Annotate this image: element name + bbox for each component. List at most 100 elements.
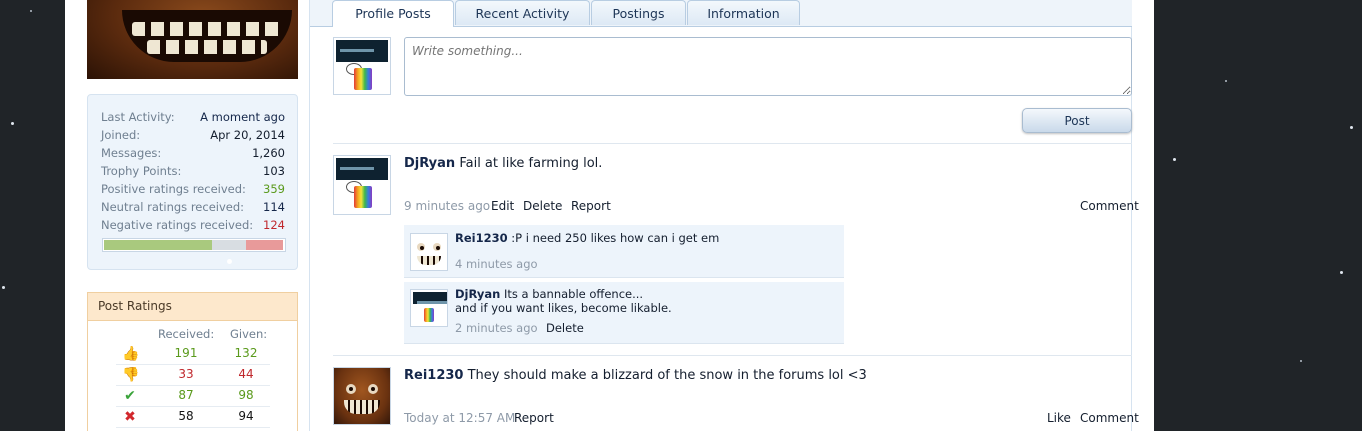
tab-information[interactable]: Information [687, 0, 800, 25]
stat-messages: Messages: 1,260 [101, 144, 285, 162]
edit-link[interactable]: Edit [491, 199, 514, 213]
divider [333, 355, 1132, 356]
comment-delete-link[interactable]: Delete [546, 321, 584, 335]
rating-row-agree: ✔ 87 98 [116, 386, 270, 407]
profile-page: Last Activity: A moment ago Joined: Apr … [65, 0, 1154, 431]
given-count[interactable]: 44 [226, 367, 266, 381]
thumbs-down-icon: 👎 [122, 367, 140, 383]
post-author[interactable]: Rei1230 [404, 368, 463, 383]
given-count[interactable]: 94 [226, 409, 266, 423]
received-count[interactable]: 191 [166, 346, 206, 360]
stat-value: Apr 20, 2014 [210, 128, 285, 142]
tab-recent-activity[interactable]: Recent Activity [455, 0, 590, 25]
status-input[interactable] [404, 37, 1132, 96]
received-count[interactable]: 58 [166, 409, 206, 423]
comment-author[interactable]: Rei1230 [455, 231, 508, 245]
thumbs-up-icon: 👍 [122, 346, 140, 362]
comment-link[interactable]: Comment [1080, 411, 1139, 425]
like-link[interactable]: Like [1047, 411, 1071, 425]
avatar-mouth [122, 10, 292, 62]
comment-body: Rei1230 :P i need 250 likes how can i ge… [455, 231, 719, 245]
post-time[interactable]: Today at 12:57 AM [404, 411, 515, 425]
stat-value: 124 [263, 218, 285, 232]
carousel-dot[interactable] [227, 259, 232, 264]
checkmark-icon: ✔ [124, 388, 136, 404]
comment-time[interactable]: 4 minutes ago [455, 257, 538, 271]
avatar-mouth [344, 400, 380, 414]
received-count[interactable]: 33 [166, 367, 206, 381]
post-ratings-box: Post Ratings Received: Given: 👍 191 132 … [87, 292, 298, 431]
avatar-rainbow [354, 186, 372, 208]
avatar-banner [413, 292, 447, 304]
post-avatar[interactable] [333, 155, 391, 215]
post-message: DjRyan Fail at like farming lol. [404, 156, 602, 171]
comment-avatar[interactable] [410, 289, 448, 327]
stat-label: Trophy Points: [101, 164, 182, 178]
tab-postings[interactable]: Postings [591, 0, 686, 25]
profile-tabs: Profile Posts Recent Activity Postings I… [310, 0, 1132, 27]
stat-value[interactable]: 1,260 [252, 144, 285, 162]
comment-avatar[interactable] [410, 233, 448, 271]
stat-label: Negative ratings received: [101, 218, 254, 232]
post-button[interactable]: Post [1022, 108, 1132, 133]
comment: Rei1230 :P i need 250 likes how can i ge… [404, 225, 844, 278]
given-header: Given: [230, 327, 268, 341]
profile-avatar[interactable] [87, 0, 298, 79]
stat-value[interactable]: 103 [263, 162, 285, 180]
star [1225, 80, 1227, 82]
delete-link[interactable]: Delete [523, 199, 562, 213]
stat-positive-ratings: Positive ratings received: 359 [101, 180, 285, 198]
post-text: Fail at like farming lol. [459, 156, 603, 171]
avatar-eye [433, 243, 441, 251]
rating-row-disagree: ✖ 58 94 [116, 407, 270, 428]
divider [333, 143, 1132, 144]
stat-label: Messages: [101, 146, 162, 160]
rating-row-dislike: 👎 33 44 [116, 365, 270, 386]
comment-text: :P i need 250 likes how can i get em [511, 231, 720, 245]
rating-ratio-bar [102, 238, 286, 252]
given-count[interactable]: 98 [226, 388, 266, 402]
stat-label: Joined: [101, 128, 141, 142]
post-time[interactable]: 9 minutes ago [404, 199, 490, 213]
comment-body: DjRyan Its a bannable offence... [455, 287, 643, 301]
star [1300, 360, 1302, 362]
stat-label: Last Activity: [101, 110, 175, 124]
comment-text-line2: and if you want likes, become likable. [455, 301, 672, 315]
given-count[interactable]: 132 [226, 346, 266, 360]
rating-bar-neutral [212, 240, 246, 250]
comment-time[interactable]: 2 minutes ago [455, 321, 538, 335]
stat-value: 114 [263, 200, 285, 214]
comment-author[interactable]: DjRyan [455, 287, 500, 301]
comment-text: Its a bannable offence... [503, 287, 644, 301]
avatar-rainbow [354, 68, 372, 90]
avatar-eye [346, 384, 356, 394]
report-link[interactable]: Report [514, 411, 554, 425]
red-x-icon: ✖ [124, 409, 136, 425]
stat-label: Positive ratings received: [101, 182, 246, 196]
avatar-rainbow [424, 308, 434, 322]
avatar-eye [417, 243, 425, 251]
avatar-teeth [147, 40, 267, 54]
tab-profile-posts[interactable]: Profile Posts [332, 0, 454, 27]
stat-negative-ratings: Negative ratings received: 124 [101, 216, 285, 234]
received-header: Received: [158, 327, 215, 341]
avatar-mouth [417, 256, 441, 265]
stat-label: Neutral ratings received: [101, 200, 245, 214]
star [1340, 271, 1343, 274]
stat-joined: Joined: Apr 20, 2014 [101, 126, 285, 144]
profile-stats-box: Last Activity: A moment ago Joined: Apr … [87, 94, 298, 270]
post-author[interactable]: DjRyan [404, 156, 455, 171]
stat-value: A moment ago [200, 110, 285, 124]
post-ratings-title: Post Ratings [88, 293, 297, 321]
composer-avatar[interactable] [333, 37, 391, 95]
rating-row-like: 👍 191 132 [116, 344, 270, 365]
stat-trophy-points: Trophy Points: 103 [101, 162, 285, 180]
comment: DjRyan Its a bannable offence... and if … [404, 282, 844, 344]
post-avatar[interactable] [333, 367, 391, 425]
profile-main: Profile Posts Recent Activity Postings I… [309, 0, 1139, 431]
comment-link[interactable]: Comment [1080, 199, 1139, 213]
received-count[interactable]: 87 [166, 388, 206, 402]
report-link[interactable]: Report [571, 199, 611, 213]
star [1350, 126, 1353, 129]
avatar-banner [336, 158, 388, 180]
